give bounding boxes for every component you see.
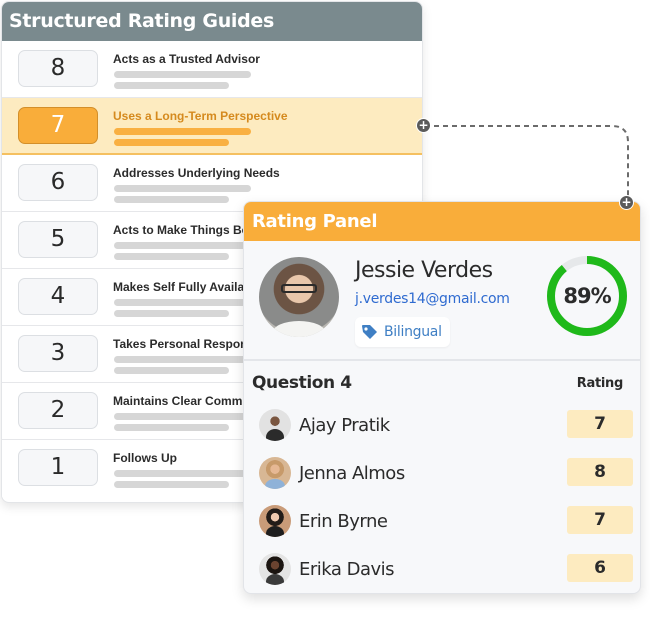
tag-label: Bilingual <box>384 324 442 340</box>
placeholder-line <box>114 310 229 317</box>
rating-column-header: Rating <box>576 376 624 391</box>
guides-title: Structured Rating Guides <box>2 2 422 41</box>
candidate-name: Jessie Verdes <box>355 258 493 283</box>
tag-icon <box>362 325 377 339</box>
rating-panel-title: Rating Panel <box>244 202 640 241</box>
rater-row[interactable]: Erika Davis 6 <box>244 547 640 593</box>
placeholder-line <box>114 196 229 203</box>
rater-avatar <box>259 457 291 489</box>
question-title: Question 4 <box>252 373 352 393</box>
guide-number[interactable]: 2 <box>18 392 98 429</box>
guide-number[interactable]: 1 <box>18 449 98 486</box>
rater-name: Erin Byrne <box>299 511 388 532</box>
guide-row-selected[interactable]: 7 Uses a Long-Term Perspective <box>2 98 422 155</box>
placeholder-line <box>114 253 229 260</box>
rater-score: 7 <box>567 506 633 534</box>
placeholder-line <box>114 242 251 249</box>
rater-score: 8 <box>567 458 633 486</box>
guide-number[interactable]: 7 <box>18 107 98 144</box>
rater-name: Jenna Almos <box>299 463 405 484</box>
question-header: Question 4 Rating <box>244 361 640 403</box>
rater-avatar <box>259 409 291 441</box>
guide-label: Acts as a Trusted Advisor <box>113 52 260 66</box>
guide-number[interactable]: 4 <box>18 278 98 315</box>
candidate-avatar <box>259 257 339 337</box>
placeholder-line <box>114 139 229 146</box>
rater-row[interactable]: Erin Byrne 7 <box>244 499 640 547</box>
guide-label: Follows Up <box>113 451 177 465</box>
rater-avatar <box>259 553 291 585</box>
candidate-tag[interactable]: Bilingual <box>355 317 450 347</box>
rating-panel: Rating Panel Jessie Verdes j.verdes14@gm… <box>243 201 641 594</box>
placeholder-line <box>114 71 251 78</box>
rater-row[interactable]: Ajay Pratik 7 <box>244 403 640 451</box>
plus-icon[interactable]: + <box>619 195 634 210</box>
rater-name: Ajay Pratik <box>299 415 390 436</box>
guide-label: Uses a Long-Term Perspective <box>113 109 288 123</box>
placeholder-line <box>114 470 251 477</box>
placeholder-line <box>114 82 229 89</box>
guide-label: Addresses Underlying Needs <box>113 166 280 180</box>
rater-name: Erika Davis <box>299 559 395 580</box>
plus-icon[interactable]: + <box>416 118 431 133</box>
placeholder-line <box>114 413 251 420</box>
guide-number[interactable]: 8 <box>18 50 98 87</box>
guide-number[interactable]: 6 <box>18 164 98 201</box>
dashed-connector-path <box>425 125 629 200</box>
placeholder-line <box>114 367 229 374</box>
rater-avatar <box>259 505 291 537</box>
placeholder-line <box>114 299 251 306</box>
placeholder-line <box>114 481 229 488</box>
rater-score: 7 <box>567 410 633 438</box>
placeholder-line <box>114 356 251 363</box>
placeholder-line <box>114 128 251 135</box>
rater-score: 6 <box>567 554 633 582</box>
guide-number[interactable]: 5 <box>18 221 98 258</box>
candidate-email-link[interactable]: j.verdes14@gmail.com <box>355 291 510 307</box>
candidate-profile: Jessie Verdes j.verdes14@gmail.com Bilin… <box>244 241 640 361</box>
guide-row[interactable]: 8 Acts as a Trusted Advisor <box>2 41 422 98</box>
placeholder-line <box>114 185 251 192</box>
guide-label: Makes Self Fully Available <box>113 280 262 294</box>
rater-row[interactable]: Jenna Almos 8 <box>244 451 640 499</box>
score-percent: 89% <box>563 284 611 308</box>
guide-number[interactable]: 3 <box>18 335 98 372</box>
placeholder-line <box>114 424 229 431</box>
